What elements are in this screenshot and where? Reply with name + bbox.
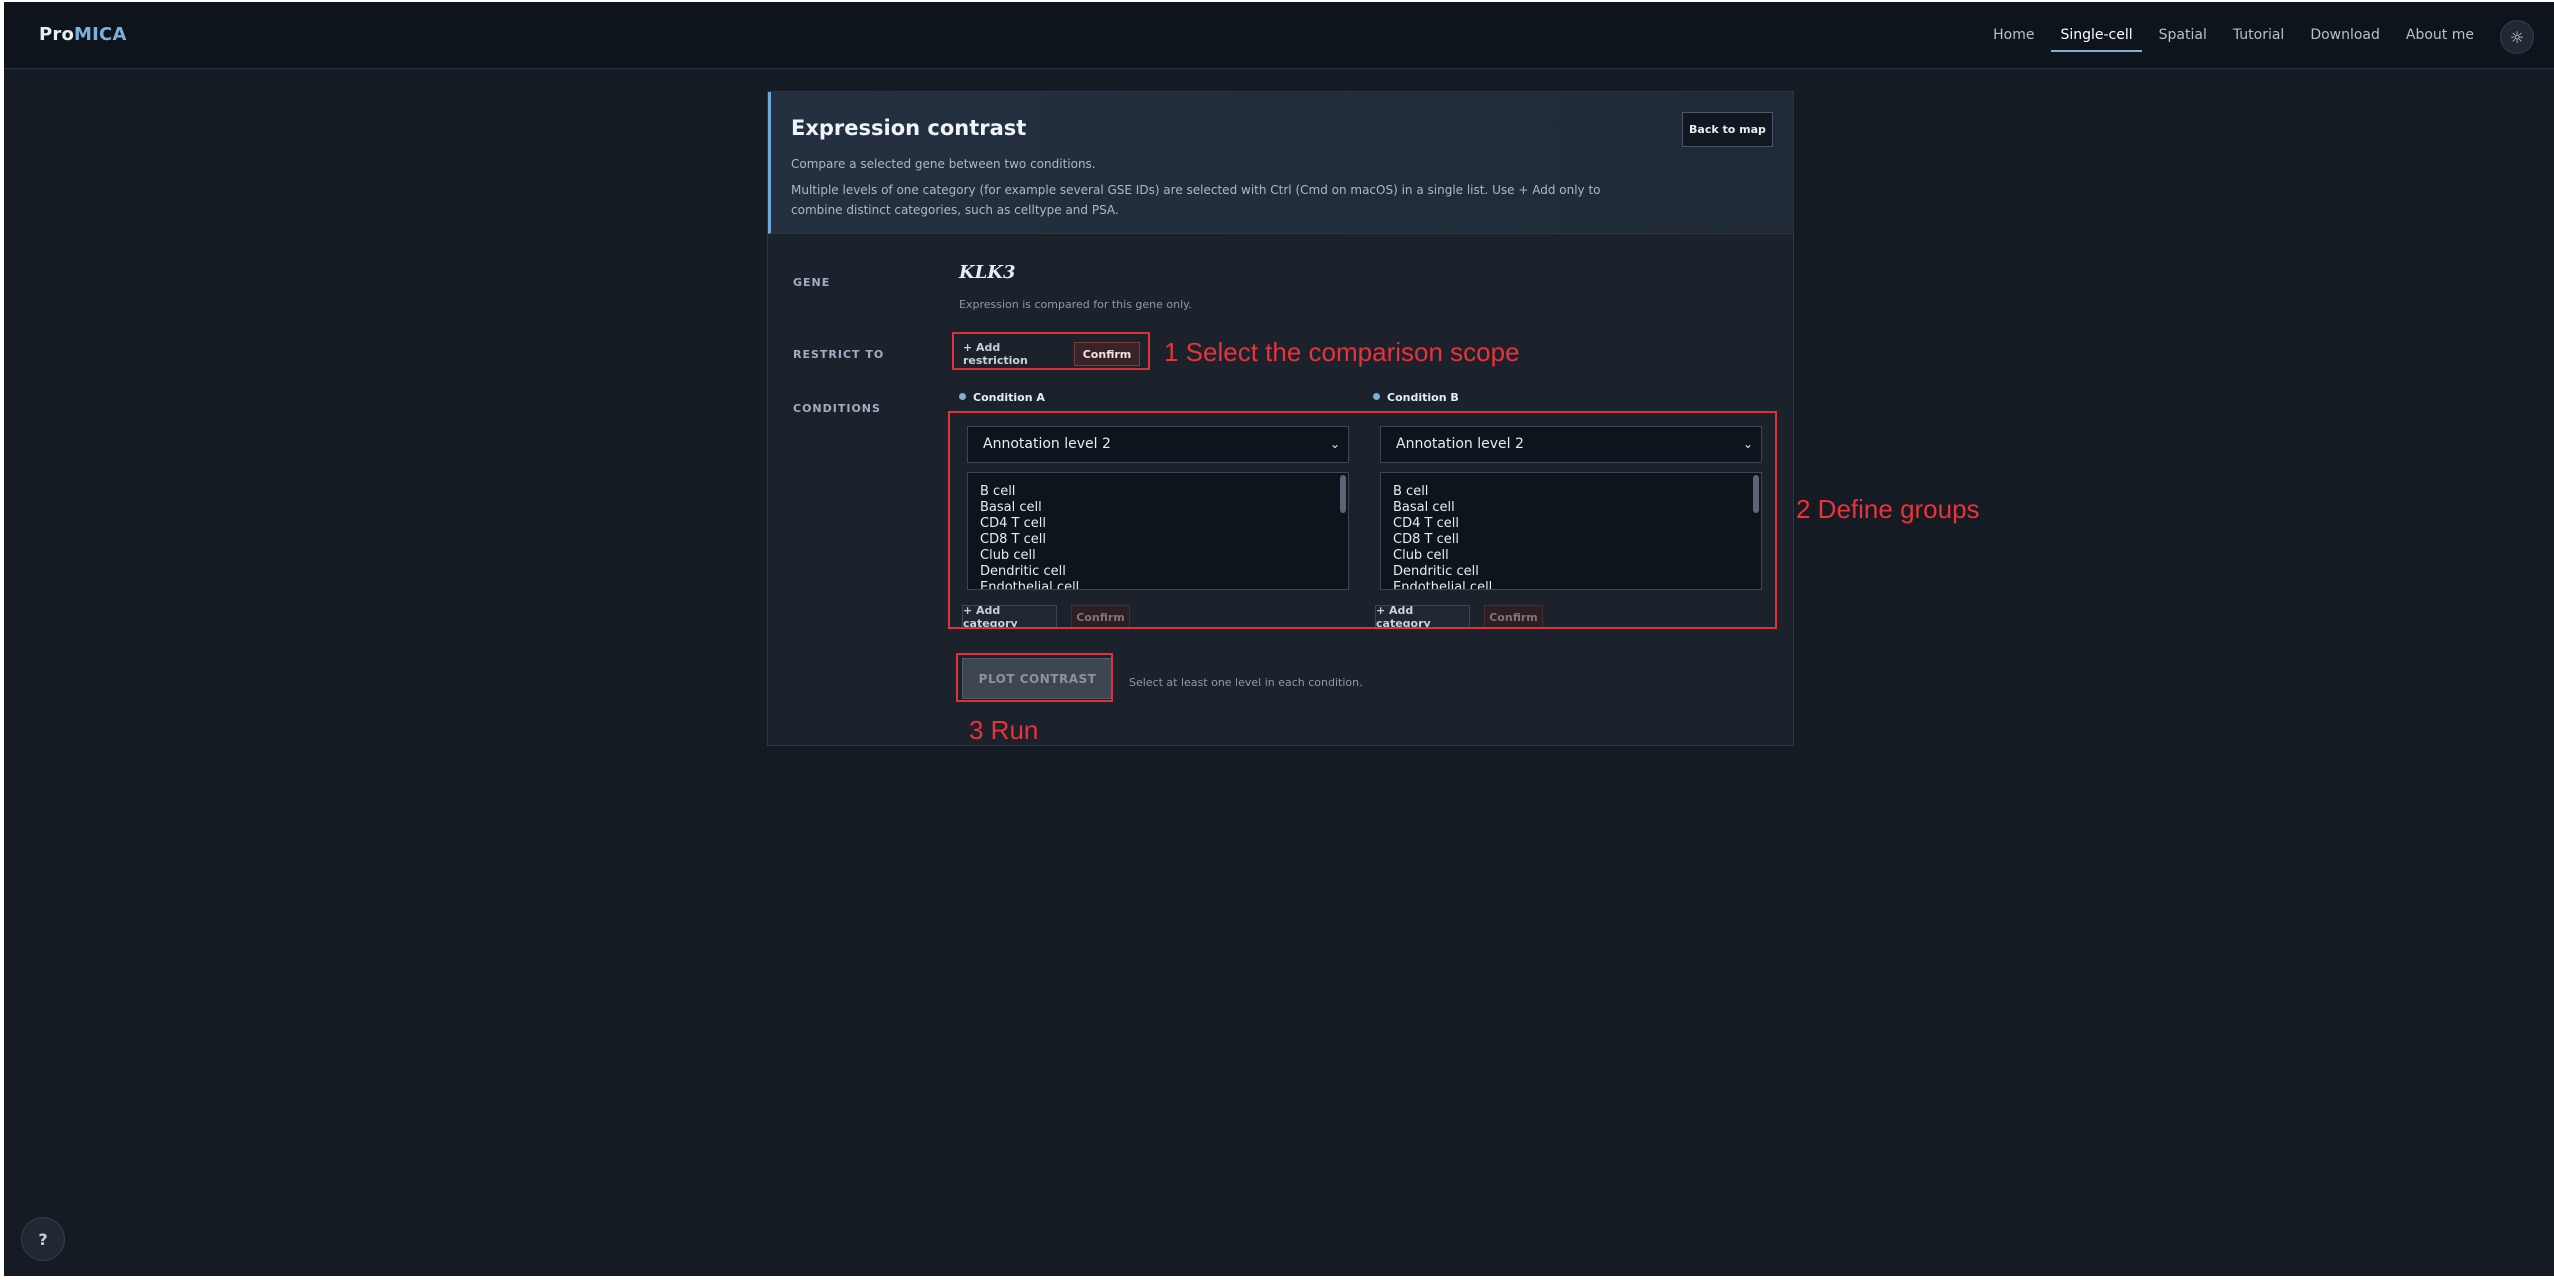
brand-logo[interactable]: ProMICA	[39, 24, 127, 45]
app-window: ProMICA Home Single-cell Spatial Tutoria…	[4, 2, 2554, 1276]
back-to-map-button[interactable]: Back to map	[1682, 112, 1773, 147]
brand-part-2: MICA	[74, 24, 127, 45]
card-title: Expression contrast	[791, 116, 1027, 140]
help-button[interactable]: ?	[21, 1217, 65, 1261]
step2-annotation: 2 Define groups	[1796, 494, 1980, 524]
restrict-label: RESTRICT TO	[793, 348, 885, 361]
plot-hint: Select at least one level in each condit…	[1129, 676, 1363, 689]
theme-toggle-button[interactable]: ☼	[2500, 20, 2534, 54]
nav-tutorial[interactable]: Tutorial	[2233, 2, 2284, 69]
condition-a-title-text: Condition A	[973, 391, 1045, 404]
top-navbar: ProMICA Home Single-cell Spatial Tutoria…	[4, 2, 2554, 69]
gene-label: GENE	[793, 276, 831, 289]
card-header: Expression contrast Compare a selected g…	[768, 92, 1793, 234]
gene-value: KLK3	[959, 262, 1016, 283]
step1-highlight-box	[952, 332, 1150, 370]
brand-part-1: Pro	[39, 24, 75, 45]
condition-b-title: Condition B	[1373, 391, 1459, 404]
card-subtitle: Compare a selected gene between two cond…	[791, 157, 1096, 171]
step3-annotation: 3 Run	[969, 715, 1039, 745]
nav-spatial[interactable]: Spatial	[2159, 2, 2207, 69]
card-note: Multiple levels of one category (for exa…	[791, 183, 1601, 217]
conditions-label: CONDITIONS	[793, 402, 881, 415]
condition-b-title-text: Condition B	[1387, 391, 1459, 404]
main-nav: Home Single-cell Spatial Tutorial Downlo…	[1967, 2, 2474, 69]
sun-icon: ☼	[2509, 27, 2525, 47]
condition-b-dot-icon	[1373, 393, 1380, 400]
nav-home[interactable]: Home	[1993, 2, 2034, 69]
nav-download[interactable]: Download	[2310, 2, 2380, 69]
nav-about-me[interactable]: About me	[2406, 2, 2474, 69]
step2-highlight-box	[948, 411, 1777, 629]
step1-annotation: 1 Select the comparison scope	[1164, 337, 1520, 367]
step3-highlight-box	[956, 653, 1113, 702]
condition-a-title: Condition A	[959, 391, 1045, 404]
condition-a-dot-icon	[959, 393, 966, 400]
gene-hint: Expression is compared for this gene onl…	[959, 298, 1192, 311]
nav-single-cell[interactable]: Single-cell	[2051, 2, 2142, 69]
